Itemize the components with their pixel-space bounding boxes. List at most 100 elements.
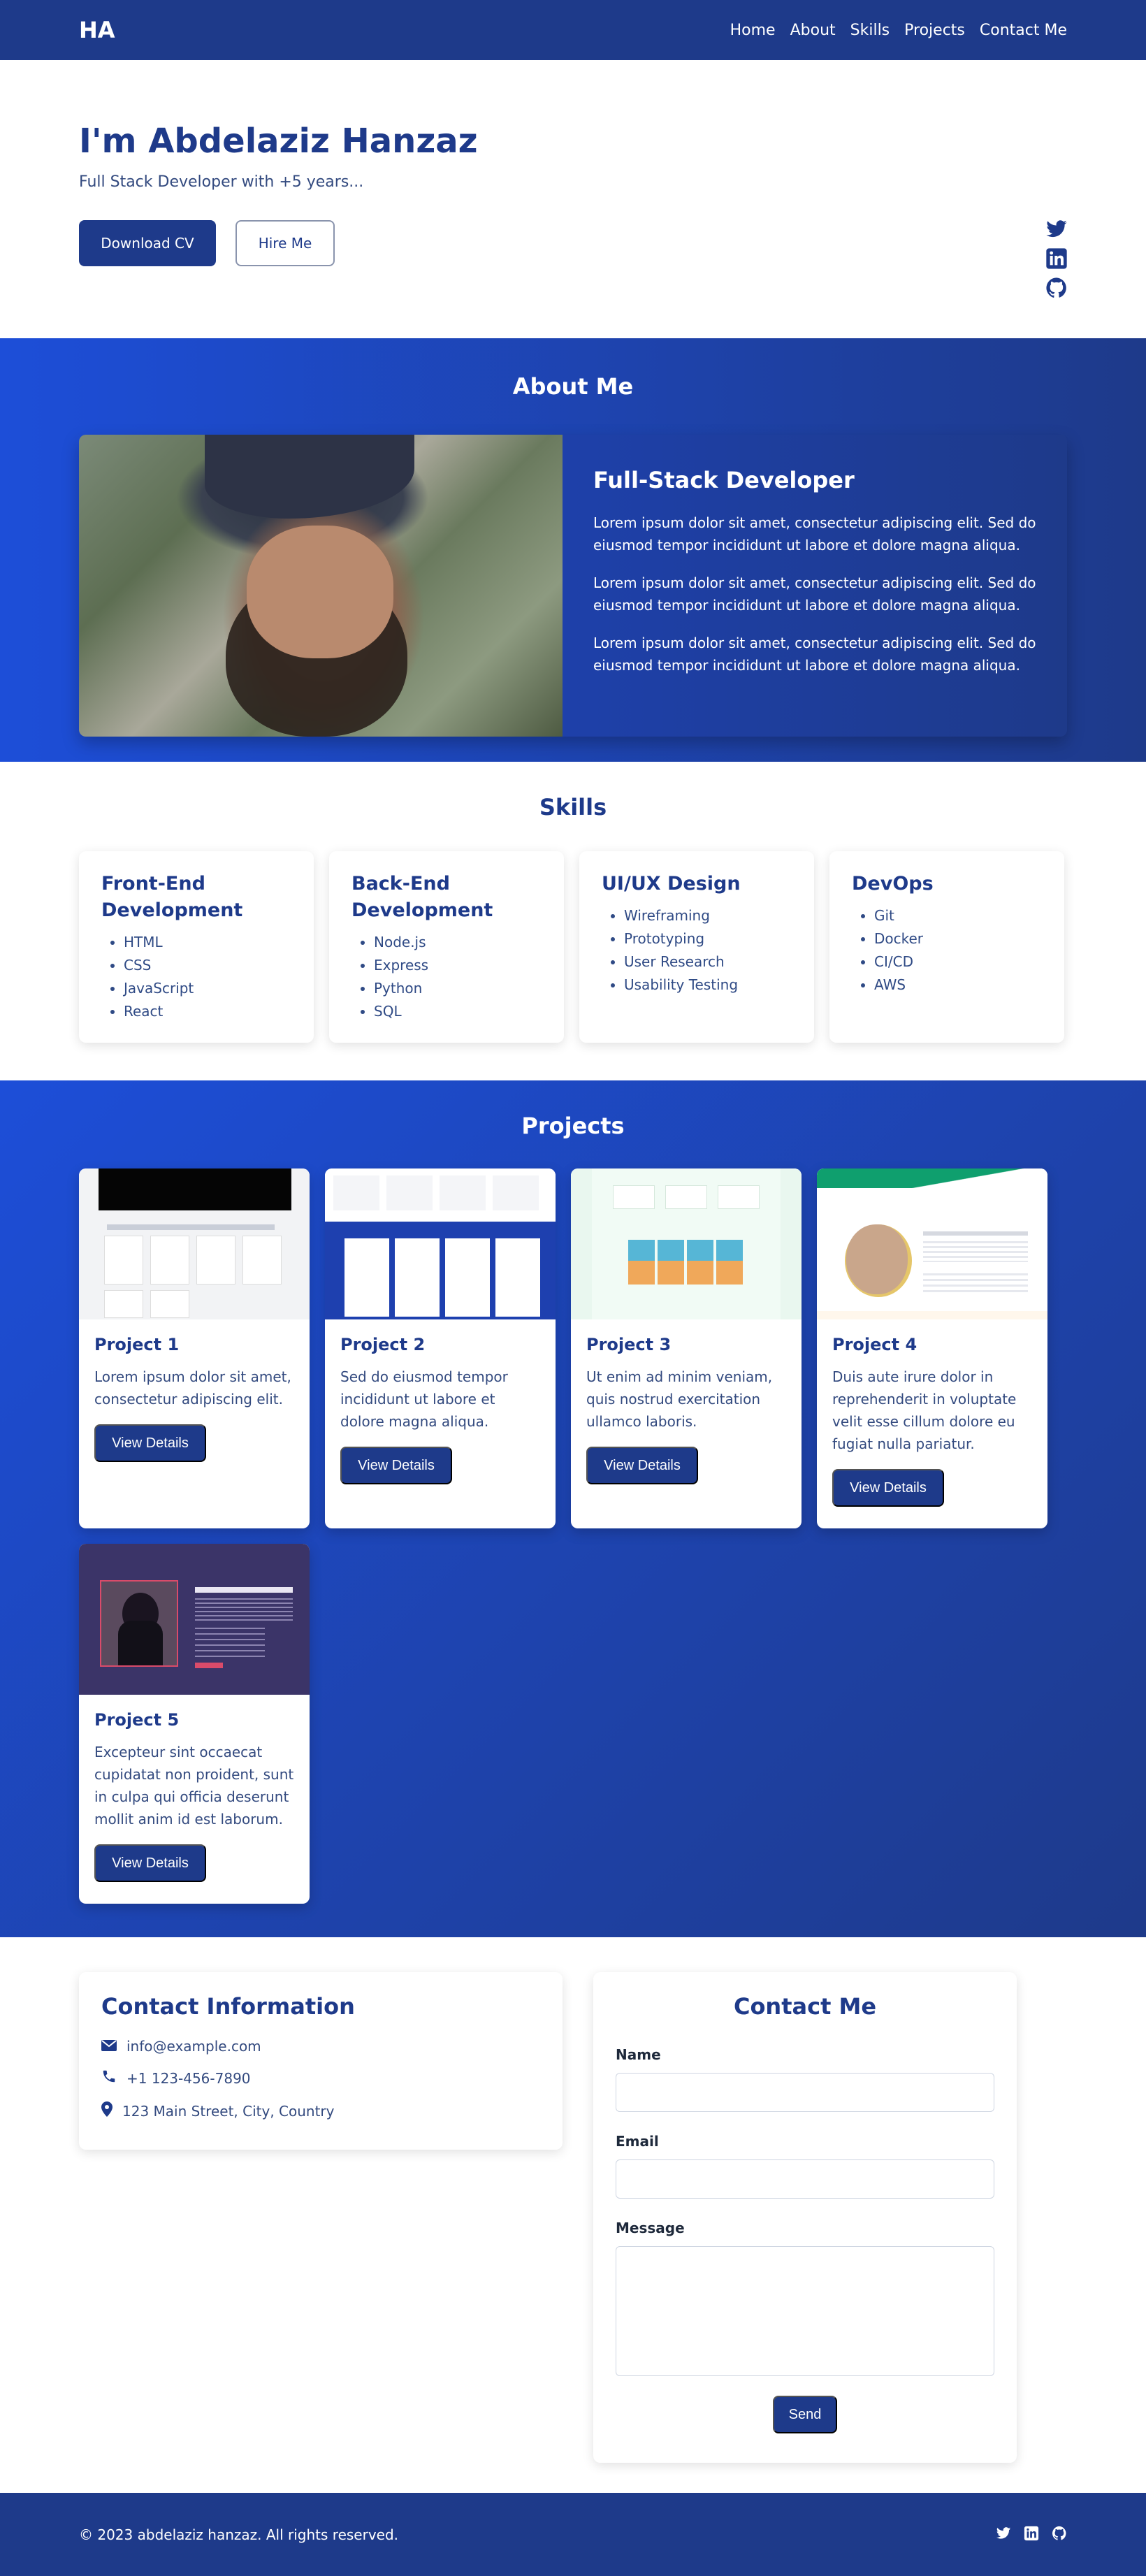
message-field[interactable] <box>616 2246 994 2376</box>
skill-item: HTML <box>124 931 291 954</box>
skill-card-devops: DevOps Git Docker CI/CD AWS <box>829 851 1064 1043</box>
nav-link-home[interactable]: Home <box>730 22 776 39</box>
skill-item: Prototyping <box>624 927 792 950</box>
project-title: Project 4 <box>832 1335 917 1354</box>
github-icon[interactable] <box>1045 277 1068 299</box>
envelope-icon <box>101 2038 117 2055</box>
project-thumbnail <box>817 1168 1047 1319</box>
name-field[interactable] <box>616 2073 994 2112</box>
linkedin-icon[interactable] <box>1024 2526 1039 2544</box>
skill-item: AWS <box>874 974 1042 997</box>
project-title: Project 3 <box>586 1335 672 1354</box>
nav-link-projects[interactable]: Projects <box>904 22 965 39</box>
nav-links: Home About Skills Projects Contact Me <box>730 22 1067 39</box>
social-links <box>1045 218 1068 299</box>
phone-icon <box>101 2069 117 2087</box>
skill-item: Express <box>374 954 542 977</box>
skill-item: CSS <box>124 954 291 977</box>
project-thumbnail <box>79 1544 310 1695</box>
footer: © 2023 abdelaziz hanzaz. All rights rese… <box>0 2493 1146 2576</box>
project-description: Sed do eiusmod tempor incididunt ut labo… <box>340 1368 508 1430</box>
project-card: Project 3 Ut enim ad minim veniam, quis … <box>571 1168 802 1528</box>
contact-phone-row: +1 123-456-7890 <box>101 2069 540 2087</box>
view-details-button[interactable]: View Details <box>832 1469 944 1507</box>
about-paragraph: Lorem ipsum dolor sit amet, consectetur … <box>593 635 1036 674</box>
project-card: Project 5 Excepteur sint occaecat cupida… <box>79 1544 310 1904</box>
nav-link-about[interactable]: About <box>790 22 836 39</box>
projects-heading: Projects <box>521 1113 625 1139</box>
skill-item: JavaScript <box>124 977 291 1000</box>
project-title: Project 5 <box>94 1710 180 1730</box>
skill-item: SQL <box>374 1000 542 1023</box>
contact-form-heading: Contact Me <box>733 1993 877 2020</box>
view-details-button[interactable]: View Details <box>94 1424 206 1462</box>
view-details-button[interactable]: View Details <box>94 1844 206 1882</box>
skill-item: Docker <box>874 927 1042 950</box>
view-details-button[interactable]: View Details <box>586 1447 698 1484</box>
project-description: Duis aute irure dolor in reprehenderit i… <box>832 1368 1017 1452</box>
nav-link-skills[interactable]: Skills <box>850 22 890 39</box>
project-thumbnail <box>571 1168 802 1319</box>
footer-social-links <box>996 2526 1067 2544</box>
skill-card-title: DevOps <box>852 873 934 895</box>
skill-item: React <box>124 1000 291 1023</box>
twitter-icon[interactable] <box>996 2526 1011 2544</box>
about-section: About Me Full-Stack Developer Lorem ipsu… <box>0 338 1146 762</box>
hero-section: I'm Abdelaziz Hanzaz Full Stack Develope… <box>0 60 1146 338</box>
nav-link-contact[interactable]: Contact Me <box>980 22 1067 39</box>
contact-info-heading: Contact Information <box>101 1993 355 2020</box>
email-label: Email <box>616 2133 659 2150</box>
project-card: Project 4 Duis aute irure dolor in repre… <box>817 1168 1047 1528</box>
github-icon[interactable] <box>1052 2526 1067 2544</box>
project-title: Project 2 <box>340 1335 426 1354</box>
project-description: Lorem ipsum dolor sit amet, consectetur … <box>94 1368 291 1408</box>
skill-card-title: UI/UX Design <box>602 873 741 895</box>
contact-section: Contact Information info@example.com +1 … <box>0 1937 1146 2493</box>
twitter-icon[interactable] <box>1045 218 1068 240</box>
hire-me-button[interactable]: Hire Me <box>235 220 335 266</box>
about-heading: About Me <box>512 373 634 400</box>
skill-item: Git <box>874 904 1042 927</box>
about-card: Full-Stack Developer Lorem ipsum dolor s… <box>79 435 1067 737</box>
project-description: Excepteur sint occaecat cupidatat non pr… <box>94 1744 294 1828</box>
skill-item: Python <box>374 977 542 1000</box>
project-card: Project 2 Sed do eiusmod tempor incididu… <box>325 1168 556 1528</box>
contact-info-card: Contact Information info@example.com +1 … <box>79 1972 563 2150</box>
hero-subtitle: Full Stack Developer with +5 years... <box>79 173 364 191</box>
about-paragraph: Lorem ipsum dolor sit amet, consectetur … <box>593 514 1036 553</box>
send-button[interactable]: Send <box>773 2396 837 2433</box>
skill-item: Usability Testing <box>624 974 792 997</box>
contact-phone[interactable]: +1 123-456-7890 <box>126 2070 251 2087</box>
name-label: Name <box>616 2046 661 2063</box>
skill-item: Node.js <box>374 931 542 954</box>
project-thumbnail <box>325 1168 556 1319</box>
linkedin-icon[interactable] <box>1045 247 1068 270</box>
skill-card-uiux: UI/UX Design Wireframing Prototyping Use… <box>579 851 814 1043</box>
site-logo[interactable]: HA <box>79 17 115 43</box>
about-paragraph: Lorem ipsum dolor sit amet, consectetur … <box>593 574 1036 614</box>
profile-photo <box>79 435 563 737</box>
view-details-button[interactable]: View Details <box>340 1447 452 1484</box>
contact-email[interactable]: info@example.com <box>126 2038 261 2055</box>
copyright-text: © 2023 abdelaziz hanzaz. All rights rese… <box>79 2526 399 2543</box>
project-thumbnail <box>79 1168 310 1319</box>
skill-card-backend: Back-End Development Node.js Express Pyt… <box>329 851 564 1043</box>
project-title: Project 1 <box>94 1335 180 1354</box>
navbar: HA Home About Skills Projects Contact Me <box>0 0 1146 60</box>
skill-item: CI/CD <box>874 950 1042 974</box>
skill-card-frontend: Front-End Development HTML CSS JavaScrip… <box>79 851 314 1043</box>
skills-heading: Skills <box>539 794 607 820</box>
message-label: Message <box>616 2220 685 2236</box>
email-field[interactable] <box>616 2159 994 2199</box>
about-card-title: Full-Stack Developer <box>593 467 855 493</box>
contact-address: 123 Main Street, City, Country <box>122 2102 335 2120</box>
download-cv-button[interactable]: Download CV <box>79 220 216 266</box>
skills-section: Skills Front-End Development HTML CSS Ja… <box>0 762 1146 1080</box>
project-card: Project 1 Lorem ipsum dolor sit amet, co… <box>79 1168 310 1528</box>
project-description: Ut enim ad minim veniam, quis nostrud ex… <box>586 1368 773 1430</box>
skill-item: Wireframing <box>624 904 792 927</box>
skill-item: User Research <box>624 950 792 974</box>
skill-card-title: Front-End Development <box>101 873 243 921</box>
skill-card-title: Back-End Development <box>351 873 493 921</box>
map-marker-icon <box>101 2101 113 2120</box>
